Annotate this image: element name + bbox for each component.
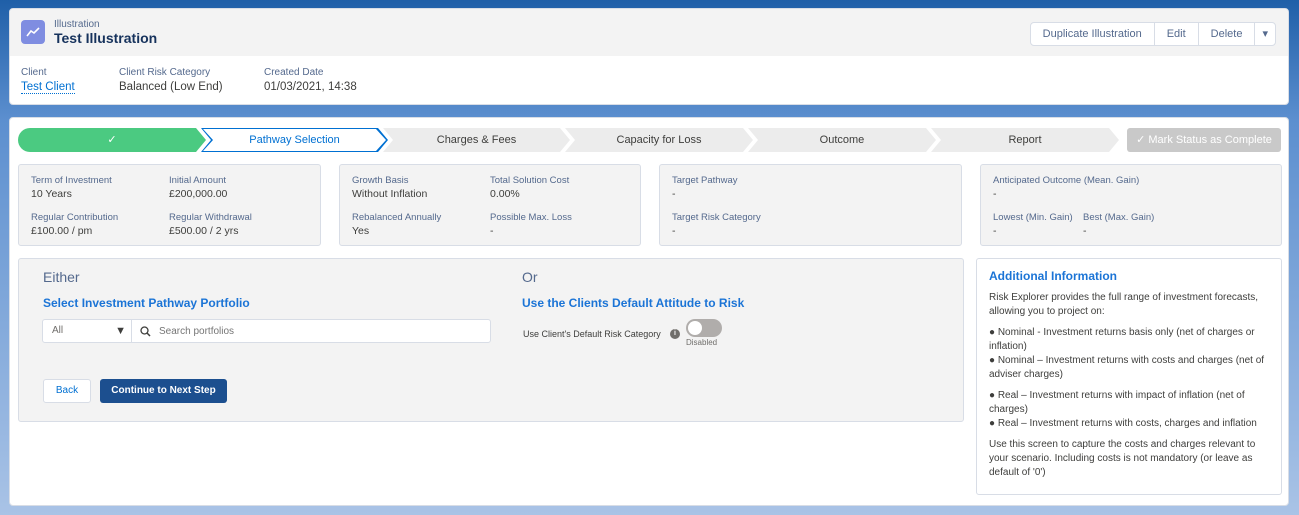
field-value: - — [993, 188, 997, 200]
field-label: Anticipated Outcome (Mean. Gain) — [993, 175, 1140, 186]
path-step-charges[interactable]: Charges & Fees — [383, 128, 570, 152]
field-value: - — [490, 225, 494, 237]
info-intro: Risk Explorer provides the full range of… — [989, 292, 1259, 317]
chevron-down-icon: ▾ — [1262, 28, 1268, 40]
field-label: Regular Withdrawal — [169, 212, 252, 223]
field-value: - — [672, 225, 676, 237]
info-icon[interactable]: i — [670, 329, 680, 339]
field-label: Regular Contribution — [31, 212, 119, 223]
page-title: Test Illustration — [54, 30, 158, 46]
delete-button[interactable]: Delete — [1197, 22, 1256, 46]
filter-value: All — [52, 325, 64, 336]
field-value: - — [1083, 225, 1087, 237]
summary-outcome: Anticipated Outcome (Mean. Gain) - Lowest… — [980, 164, 1282, 246]
toggle-state: Disabled — [686, 338, 718, 347]
path-step-outcome[interactable]: Outcome — [748, 128, 936, 152]
mark-complete-label: Mark Status as Complete — [1148, 134, 1272, 146]
info-footer: Use this screen to capture the costs and… — [989, 439, 1256, 478]
path-step-pathway-selection-border[interactable]: Pathway Selection — [201, 128, 388, 152]
created-date-value: 01/03/2021, 14:38 — [264, 81, 357, 93]
field-value: 0.00% — [490, 188, 520, 200]
path-step-pathway-selection[interactable]: Pathway Selection — [203, 129, 386, 151]
field-label: Target Risk Category — [672, 212, 761, 223]
field-label: Lowest (Min. Gain) — [993, 212, 1073, 223]
search-field[interactable] — [132, 320, 490, 342]
risk-category-value: Balanced (Low End) — [119, 81, 223, 93]
field-label: Target Pathway — [672, 175, 738, 186]
field-label: Initial Amount — [169, 175, 227, 186]
selection-panel: Either Select Investment Pathway Portfol… — [18, 258, 964, 422]
field-label: Possible Max. Loss — [490, 212, 572, 223]
field-label: Term of Investment — [31, 175, 112, 186]
record-header: Illustration Test Illustration Duplicate… — [9, 8, 1289, 105]
field-value: - — [993, 225, 997, 237]
search-icon — [140, 325, 151, 337]
client-link[interactable]: Test Client — [21, 81, 75, 94]
portfolio-filter-select[interactable]: All ▼ — [43, 320, 132, 342]
risk-category-label: Client Risk Category — [119, 67, 211, 78]
portfolio-search-group: All ▼ — [42, 319, 491, 343]
info-bullet: ● Real – Investment returns with impact … — [989, 390, 1245, 415]
summary-growth: Growth Basis Without Inflation Total Solu… — [339, 164, 641, 246]
field-label: Total Solution Cost — [490, 175, 570, 186]
path-step-completed[interactable]: ✓ — [18, 128, 206, 152]
path-step-capacity[interactable]: Capacity for Loss — [565, 128, 753, 152]
field-value: £200,000.00 — [169, 188, 228, 200]
toggle-knob — [688, 321, 702, 335]
mark-complete-button[interactable]: ✓ Mark Status as Complete — [1127, 128, 1281, 152]
more-actions-button[interactable]: ▾ — [1254, 22, 1276, 46]
object-label: Illustration — [54, 19, 100, 30]
chart-icon — [21, 20, 45, 44]
default-risk-title: Use the Clients Default Attitude to Risk — [522, 296, 745, 310]
field-label: Best (Max. Gain) — [1083, 212, 1155, 223]
or-heading: Or — [522, 269, 538, 285]
summary-investment: Term of Investment 10 Years Initial Amoun… — [18, 164, 321, 246]
toggle-label: Use Client's Default Risk Category — [523, 329, 661, 339]
info-bullet: ● Real – Investment returns with costs, … — [989, 418, 1257, 429]
continue-button[interactable]: Continue to Next Step — [100, 379, 227, 403]
search-input[interactable] — [159, 325, 490, 337]
pathway-portfolio-title: Select Investment Pathway Portfolio — [43, 296, 250, 310]
field-label: Growth Basis — [352, 175, 409, 186]
field-label: Rebalanced Annually — [352, 212, 442, 223]
created-date-label: Created Date — [264, 67, 324, 78]
path-step-report[interactable]: Report — [931, 128, 1119, 152]
field-value: Yes — [352, 225, 370, 237]
field-value: - — [672, 188, 676, 200]
back-button[interactable]: Back — [43, 379, 91, 403]
edit-button[interactable]: Edit — [1153, 22, 1199, 46]
additional-info-panel: Additional Information Risk Explorer pro… — [976, 258, 1282, 495]
field-value: £500.00 / 2 yrs — [169, 225, 239, 237]
check-icon: ✓ — [1136, 134, 1149, 146]
duplicate-button[interactable]: Duplicate Illustration — [1029, 22, 1155, 46]
either-heading: Either — [43, 269, 80, 285]
main-panel: ✓ Pathway Selection Charges & Fees Capac… — [9, 117, 1289, 506]
info-bullet: ● Nominal – Investment returns with cost… — [989, 355, 1265, 380]
client-label: Client — [21, 67, 47, 78]
info-bullet: ● Nominal - Investment returns basis onl… — [989, 327, 1255, 352]
info-title: Additional Information — [989, 269, 1117, 283]
field-value: £100.00 / pm — [31, 225, 93, 237]
default-risk-toggle[interactable] — [686, 319, 722, 337]
field-value: Without Inflation — [352, 188, 428, 200]
field-value: 10 Years — [31, 188, 72, 200]
summary-target: Target Pathway - Target Risk Category - — [659, 164, 962, 246]
chevron-down-icon: ▼ — [115, 325, 126, 337]
